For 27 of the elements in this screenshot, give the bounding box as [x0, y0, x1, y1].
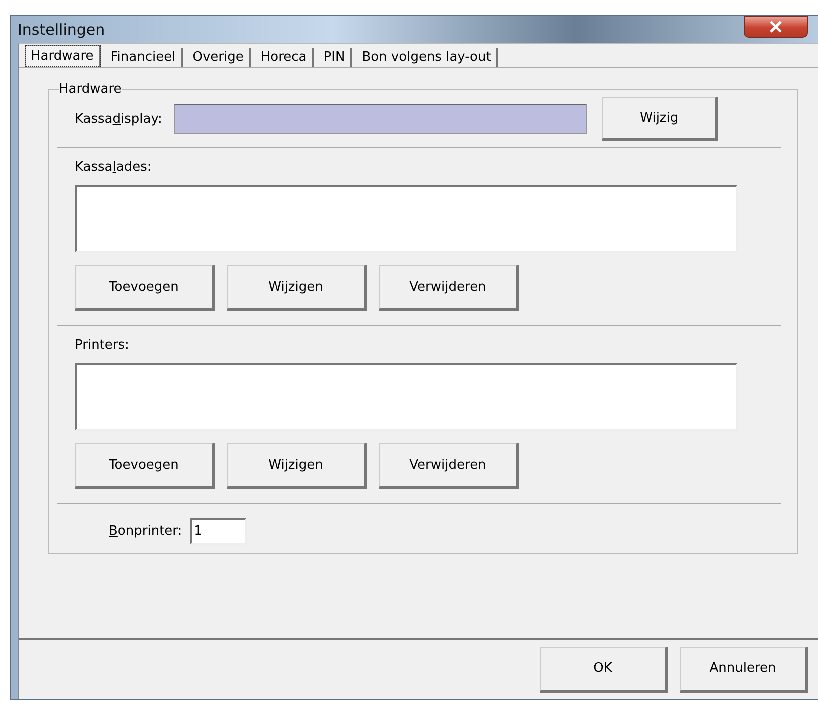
- action-button[interactable]: Toevoegen: [75, 443, 215, 489]
- dialog-button[interactable]: Annuleren: [680, 646, 808, 692]
- change-button[interactable]: Wijzig: [602, 97, 718, 141]
- dialog-button[interactable]: OK: [540, 646, 668, 692]
- tab[interactable]: Bon volgens lay-out: [357, 48, 498, 67]
- tab[interactable]: Financieel: [106, 48, 183, 67]
- close-button[interactable]: [744, 16, 808, 38]
- input-field[interactable]: 1: [190, 518, 248, 545]
- tab[interactable]: Overige: [188, 48, 251, 67]
- action-button[interactable]: Verwijderen: [379, 265, 519, 311]
- window-title: Instellingen: [18, 20, 106, 38]
- close-icon: [769, 20, 783, 32]
- action-button[interactable]: Wijzigen: [227, 265, 367, 311]
- action-button[interactable]: Verwijderen: [379, 443, 519, 489]
- list-box[interactable]: [75, 363, 738, 431]
- field-label: Bonprinter:: [109, 524, 182, 539]
- action-button[interactable]: Wijzigen: [227, 443, 367, 489]
- list-label: Printers:: [75, 338, 130, 353]
- tab[interactable]: Hardware: [25, 45, 101, 67]
- field-label: Kassadisplay:: [75, 112, 162, 126]
- group-title: Hardware: [59, 82, 122, 97]
- tab[interactable]: Horeca: [256, 48, 314, 67]
- display-field[interactable]: [174, 104, 588, 134]
- action-button[interactable]: Toevoegen: [75, 265, 215, 311]
- list-box[interactable]: [75, 185, 738, 253]
- list-label: Kassalades:: [75, 160, 153, 175]
- tab[interactable]: PIN: [318, 48, 352, 67]
